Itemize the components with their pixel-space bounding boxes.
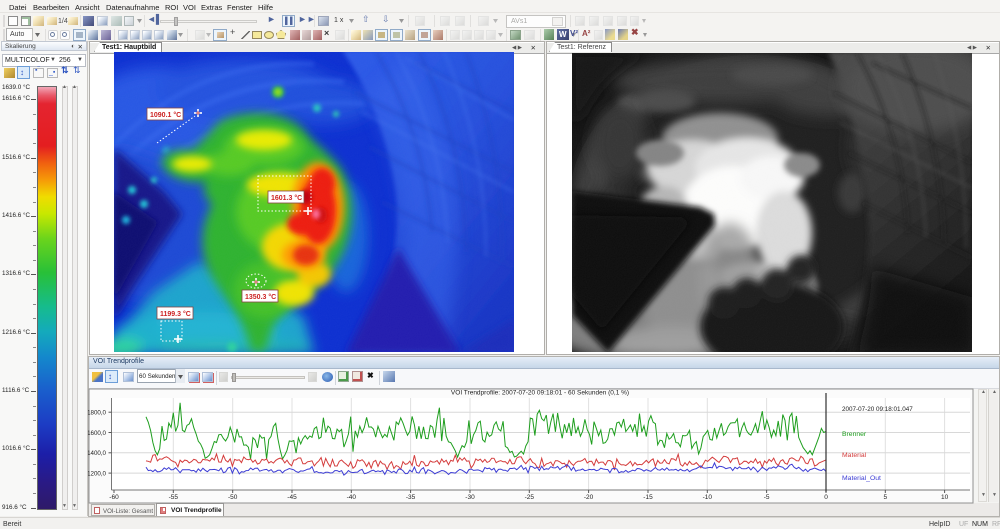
svg-text:-40: -40: [347, 494, 357, 501]
svg-text:-55: -55: [169, 494, 179, 501]
svg-text:2007-07-20 09:18:01.047: 2007-07-20 09:18:01.047: [842, 406, 913, 413]
svg-text:-60: -60: [109, 494, 119, 501]
svg-text:-5: -5: [764, 494, 770, 501]
svg-text:1800,0: 1800,0: [88, 410, 107, 417]
svg-text:-10: -10: [703, 494, 713, 501]
svg-text:-45: -45: [287, 494, 297, 501]
svg-text:Material_Out: Material_Out: [842, 475, 881, 482]
svg-text:1200,0: 1200,0: [88, 470, 107, 477]
svg-text:10: 10: [941, 494, 949, 501]
svg-text:1090.1 °C: 1090.1 °C: [150, 111, 181, 119]
svg-text:1601.3 °C: 1601.3 °C: [271, 194, 302, 202]
svg-text:-30: -30: [465, 494, 475, 501]
svg-text:-20: -20: [584, 494, 594, 501]
svg-text:-35: -35: [406, 494, 416, 501]
svg-text:Material: Material: [842, 452, 867, 459]
svg-text:Brenner: Brenner: [842, 431, 867, 438]
svg-text:1350.3 °C: 1350.3 °C: [245, 293, 276, 301]
svg-text:0: 0: [824, 494, 828, 501]
svg-text:1199.3 °C: 1199.3 °C: [160, 310, 191, 318]
svg-text:5: 5: [883, 494, 887, 501]
svg-text:-15: -15: [643, 494, 653, 501]
svg-text:-25: -25: [525, 494, 535, 501]
svg-text:1600,0: 1600,0: [88, 430, 107, 437]
svg-text:1400,0: 1400,0: [88, 450, 107, 457]
svg-text:VOI Trendprofile: 2007-07-20 0: VOI Trendprofile: 2007-07-20 09:18:01 - …: [451, 390, 629, 397]
svg-text:-50: -50: [228, 494, 238, 501]
